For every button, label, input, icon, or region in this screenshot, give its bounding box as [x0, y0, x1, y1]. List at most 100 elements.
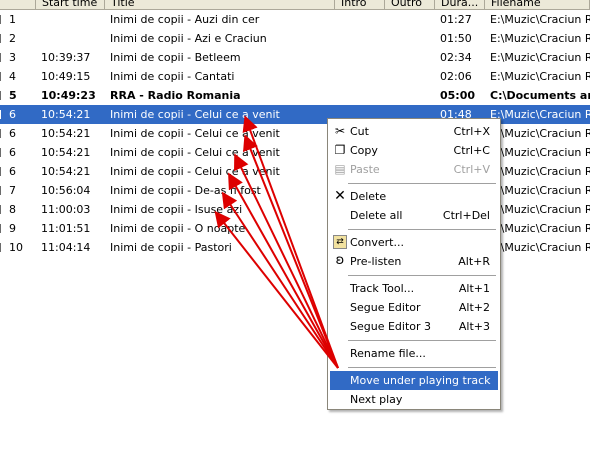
row-start-time: 11:00:03 [41, 203, 91, 216]
track-icon [0, 205, 3, 214]
row-title: Inimi de copii - Pastori [110, 241, 232, 254]
menu-item-track-tool[interactable]: Track Tool... Alt+1 [330, 279, 498, 298]
col-num-header[interactable] [0, 0, 36, 9]
convert-icon: ⇄ [333, 235, 347, 249]
row-number: 6 [9, 108, 16, 121]
paste-icon: ▤ [334, 162, 346, 176]
col-duration-header[interactable]: Dura... [435, 0, 485, 9]
row-start-time: 11:04:14 [41, 241, 91, 254]
row-number: 6 [9, 165, 16, 178]
col-start-time-header[interactable]: Start time [36, 0, 105, 9]
table-row[interactable]: 6 10:54:21 Inimi de copii - Celui ce a ven… [0, 105, 590, 124]
row-number: 2 [9, 32, 16, 45]
menu-item-segue-editor[interactable]: Segue Editor Alt+2 [330, 298, 498, 317]
track-icon [0, 110, 3, 119]
track-icon [0, 186, 3, 195]
row-number: 8 [9, 203, 16, 216]
col-outro-header[interactable]: Outro [385, 0, 435, 9]
track-icon [0, 224, 3, 233]
menu-item-cut[interactable]: ✂ Cut Ctrl+X [330, 122, 498, 141]
row-start-time: 10:39:37 [41, 51, 91, 64]
row-duration: 01:50 [440, 32, 472, 45]
menu-separator [348, 275, 496, 276]
row-filename: E:\Muzic\Craciun Rom [490, 51, 590, 64]
row-duration: 05:00 [440, 89, 476, 102]
table-row[interactable]: 10 11:04:14 Inimi de copii - Pastori E:\Muz… [0, 238, 590, 257]
row-filename: E:\Muzic\Craciun Rom [490, 184, 590, 197]
col-title-header[interactable]: Title [105, 0, 335, 9]
menu-item-next-play[interactable]: Next play [330, 390, 498, 409]
row-start-time: 10:54:21 [41, 108, 91, 121]
table-row[interactable]: 3 10:39:37 Inimi de copii - Betleem 02:34 E:… [0, 48, 590, 67]
row-title: Inimi de copii - Azi e Craciun [110, 32, 267, 45]
track-icon [0, 129, 3, 138]
table-row[interactable]: 5 10:49:23 RRA - Radio Romania 05:00 C:\Docu… [0, 86, 590, 105]
row-title: RRA - Radio Romania [110, 89, 241, 102]
menu-item-copy[interactable]: ❐ Copy Ctrl+C [330, 141, 498, 160]
context-menu: ✂ Cut Ctrl+X ❐ Copy Ctrl+C ▤ Paste Ctrl+… [327, 118, 501, 410]
table-row[interactable]: 2 Inimi de copii - Azi e Craciun 01:50 E:\M… [0, 29, 590, 48]
row-title: Inimi de copii - Betleem [110, 51, 241, 64]
row-filename: E:\Muzic\Craciun Rom [490, 165, 590, 178]
row-start-time: 10:54:21 [41, 146, 91, 159]
table-row[interactable]: 9 11:01:51 Inimi de copii - O noapte E:\Muz… [0, 219, 590, 238]
row-title: Inimi de copii - Cantati [110, 70, 235, 83]
menu-item-segue-editor-3[interactable]: Segue Editor 3 Alt+3 [330, 317, 498, 336]
row-title: Inimi de copii - Celui ce a venit [110, 108, 280, 121]
menu-item-delete[interactable]: ✕ Delete [330, 187, 498, 206]
col-filename-header[interactable]: Filename [485, 0, 590, 9]
row-title: Inimi de copii - O noapte [110, 222, 246, 235]
row-number: 7 [9, 184, 16, 197]
column-header: Start time Title Intro Outro Dura... Fil… [0, 0, 590, 10]
track-icon [0, 15, 3, 24]
menu-separator [348, 367, 496, 368]
row-filename: E:\Muzic\Craciun Rom [490, 13, 590, 26]
row-number: 5 [9, 89, 17, 102]
menu-item-rename-file[interactable]: Rename file... [330, 344, 498, 363]
row-filename: E:\Muzic\Craciun Rom [490, 70, 590, 83]
row-start-time: 10:49:15 [41, 70, 91, 83]
row-title: Inimi de copii - Celui ce a venit [110, 165, 280, 178]
menu-item-delete-all[interactable]: Delete all Ctrl+Del [330, 206, 498, 225]
ear-icon: ʚ [335, 253, 345, 268]
table-row[interactable]: 6 10:54:21 Inimi de copii - Celui ce a ven… [0, 124, 590, 143]
row-number: 3 [9, 51, 16, 64]
row-start-time: 10:56:04 [41, 184, 91, 197]
table-row[interactable]: 7 10:56:04 Inimi de copii - De-as fi fost E… [0, 181, 590, 200]
row-start-time: 10:54:21 [41, 127, 91, 140]
row-title: Inimi de copii - Celui ce a venit [110, 146, 280, 159]
row-number: 1 [9, 13, 16, 26]
track-icon [0, 72, 3, 81]
menu-item-prelisten[interactable]: ʚ Pre-listen Alt+R [330, 252, 498, 271]
row-start-time: 11:01:51 [41, 222, 91, 235]
menu-item-convert[interactable]: ⇄ Convert... [330, 233, 498, 252]
track-icon [0, 148, 3, 157]
row-start-time: 10:49:23 [41, 89, 96, 102]
scissors-icon: ✂ [334, 124, 346, 138]
table-row[interactable]: 8 11:00:03 Inimi de copii - Isuse azi E:\Mu… [0, 200, 590, 219]
menu-item-paste[interactable]: ▤ Paste Ctrl+V [330, 160, 498, 179]
row-filename: E:\Muzic\Craciun Rom [490, 241, 590, 254]
row-filename: E:\Muzic\Craciun Rom [490, 146, 590, 159]
table-row[interactable]: 6 10:54:21 Inimi de copii - Celui ce a ven… [0, 143, 590, 162]
row-duration: 02:34 [440, 51, 472, 64]
track-icon [0, 91, 3, 100]
table-row[interactable]: 6 10:54:21 Inimi de copii - Celui ce a ven… [0, 162, 590, 181]
menu-separator [348, 229, 496, 230]
table-row[interactable]: 4 10:49:15 Inimi de copii - Cantati 02:06 E:… [0, 67, 590, 86]
row-title: Inimi de copii - De-as fi fost [110, 184, 261, 197]
col-intro-header[interactable]: Intro [335, 0, 385, 9]
row-filename: C:\Documents and [490, 89, 590, 102]
row-duration: 01:27 [440, 13, 472, 26]
table-row[interactable]: 1 Inimi de copii - Auzi din cer 01:27 E:\Mu… [0, 10, 590, 29]
row-number: 6 [9, 146, 16, 159]
menu-separator [348, 183, 496, 184]
menu-item-move-under-playing[interactable]: Move under playing track [330, 371, 498, 390]
row-number: 6 [9, 127, 16, 140]
row-title: Inimi de copii - Celui ce a venit [110, 127, 280, 140]
row-title: Inimi de copii - Auzi din cer [110, 13, 260, 26]
row-number: 4 [9, 70, 16, 83]
copy-icon: ❐ [334, 143, 346, 157]
menu-separator [348, 340, 496, 341]
row-number: 9 [9, 222, 16, 235]
